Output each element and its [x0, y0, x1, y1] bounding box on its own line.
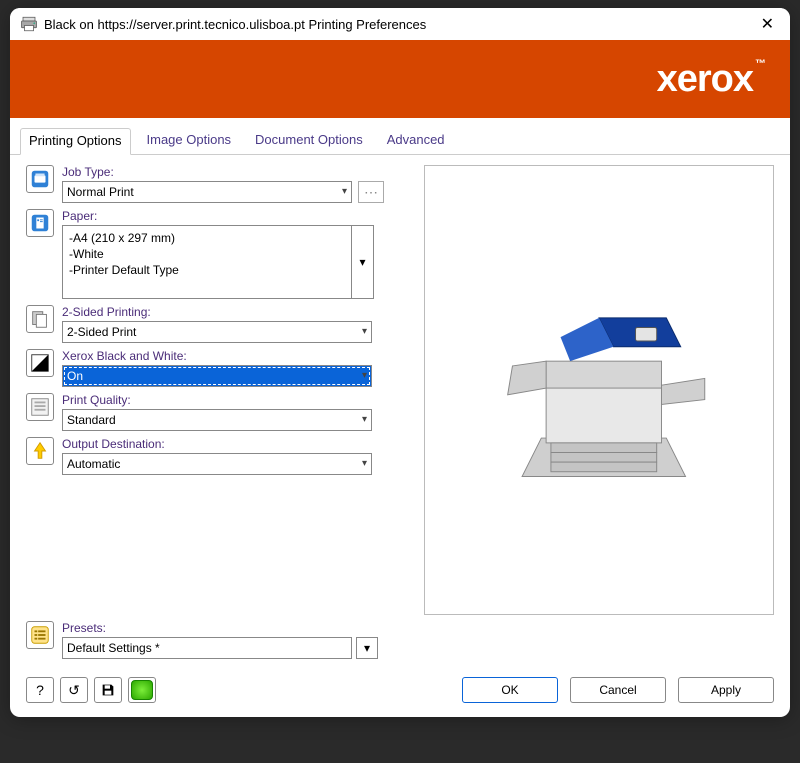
save-button[interactable] [94, 677, 122, 703]
presets-value: Default Settings * [67, 641, 160, 655]
setting-output: Output Destination: Automatic ▾ [26, 437, 408, 475]
dialog-body: Job Type: Normal Print ▾ ⋯ Paper: [10, 155, 790, 615]
quality-combo[interactable]: Standard ▾ [62, 409, 372, 431]
presets-combo[interactable]: Default Settings * [62, 637, 352, 659]
apply-button[interactable]: Apply [678, 677, 774, 703]
tab-advanced[interactable]: Advanced [379, 128, 453, 154]
help-button[interactable]: ? [26, 677, 54, 703]
presets-icon [26, 621, 54, 649]
chevron-down-icon: ▾ [362, 370, 367, 381]
job-type-label: Job Type: [62, 165, 408, 179]
quality-icon [26, 393, 54, 421]
titlebar: Black on https://server.print.tecnico.ul… [10, 8, 790, 40]
settings-panel: Job Type: Normal Print ▾ ⋯ Paper: [26, 165, 408, 615]
setting-quality: Print Quality: Standard ▾ [26, 393, 408, 431]
print-preferences-window: Black on https://server.print.tecnico.ul… [10, 8, 790, 717]
chevron-down-icon: ▾ [362, 458, 367, 469]
setting-paper: Paper: -A4 (210 x 297 mm) -White -Printe… [26, 209, 408, 299]
printer-icon [20, 15, 38, 33]
paper-size: -A4 (210 x 297 mm) [69, 230, 345, 246]
button-bar: ? ↺ OK Cancel Apply [10, 669, 790, 717]
output-label: Output Destination: [62, 437, 408, 451]
brand-banner: xerox™ [10, 40, 790, 118]
presets-dropdown-button[interactable]: ▾ [356, 637, 378, 659]
setting-bw: Xerox Black and White: On ▾ [26, 349, 408, 387]
help-icon: ? [36, 682, 44, 698]
bw-icon [26, 349, 54, 377]
bw-combo[interactable]: On ▾ [62, 365, 372, 387]
tab-image-options[interactable]: Image Options [139, 128, 240, 154]
chevron-down-icon: ▾ [364, 641, 370, 655]
output-value: Automatic [67, 457, 120, 471]
paper-summary-box[interactable]: -A4 (210 x 297 mm) -White -Printer Defau… [62, 225, 352, 299]
eco-icon [131, 680, 153, 700]
quality-value: Standard [67, 413, 116, 427]
output-combo[interactable]: Automatic ▾ [62, 453, 372, 475]
ok-button[interactable]: OK [462, 677, 558, 703]
bw-label: Xerox Black and White: [62, 349, 408, 363]
duplex-value: 2-Sided Print [67, 325, 136, 339]
tab-bar: Printing Options Image Options Document … [10, 118, 790, 155]
paper-label: Paper: [62, 209, 408, 223]
window-title: Black on https://server.print.tecnico.ul… [44, 17, 755, 32]
tab-printing-options[interactable]: Printing Options [20, 128, 131, 155]
reset-icon: ↺ [68, 682, 80, 699]
save-icon [100, 682, 116, 698]
paper-icon [26, 209, 54, 237]
job-type-combo[interactable]: Normal Print ▾ [62, 181, 352, 203]
duplex-combo[interactable]: 2-Sided Print ▾ [62, 321, 372, 343]
presets-label: Presets: [62, 621, 774, 635]
paper-color: -White [69, 246, 345, 262]
paper-type: -Printer Default Type [69, 262, 345, 278]
chevron-down-icon: ▾ [362, 326, 367, 337]
tm-mark: ™ [755, 58, 766, 70]
tab-document-options[interactable]: Document Options [247, 128, 371, 154]
chevron-down-icon: ▾ [342, 186, 347, 197]
quality-label: Print Quality: [62, 393, 408, 407]
paper-dropdown-button[interactable]: ▾ [352, 225, 374, 299]
eco-button[interactable] [128, 677, 156, 703]
duplex-icon [26, 305, 54, 333]
presets-area: Presets: Default Settings * ▾ [10, 615, 790, 669]
bw-value: On [67, 369, 83, 383]
reset-button[interactable]: ↺ [60, 677, 88, 703]
job-type-value: Normal Print [67, 185, 134, 199]
xerox-logo: xerox [657, 58, 753, 100]
job-type-icon [26, 165, 54, 193]
preview-panel [424, 165, 774, 615]
setting-job-type: Job Type: Normal Print ▾ ⋯ [26, 165, 408, 203]
job-type-more-button[interactable]: ⋯ [358, 181, 384, 203]
setting-duplex: 2-Sided Printing: 2-Sided Print ▾ [26, 305, 408, 343]
chevron-down-icon: ▾ [359, 255, 365, 269]
output-icon [26, 437, 54, 465]
duplex-label: 2-Sided Printing: [62, 305, 408, 319]
cancel-button[interactable]: Cancel [570, 677, 666, 703]
chevron-down-icon: ▾ [362, 414, 367, 425]
dialog-buttons: OK Cancel Apply [462, 677, 774, 703]
close-button[interactable]: ✕ [755, 12, 780, 36]
printer-preview-image [474, 265, 724, 515]
